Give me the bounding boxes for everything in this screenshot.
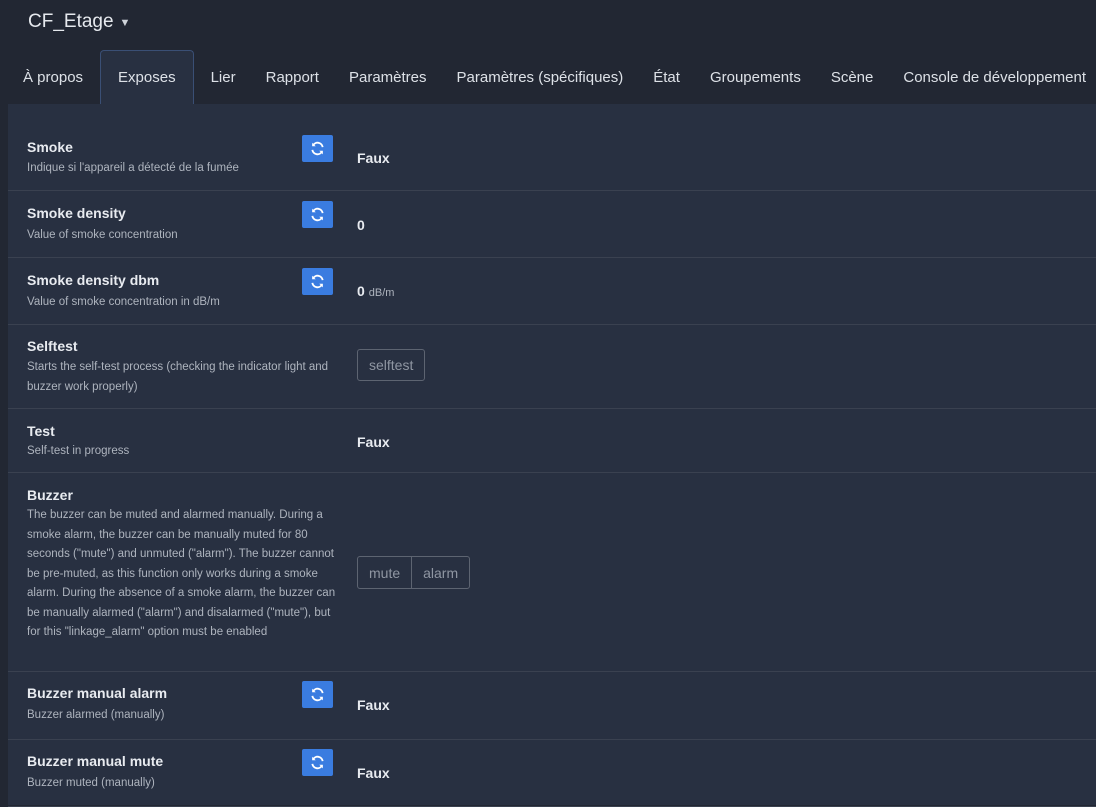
- tab-exposes[interactable]: Exposes: [100, 50, 194, 104]
- tab-reporting[interactable]: Rapport: [251, 50, 334, 104]
- tab-settings-specific[interactable]: Paramètres (spécifiques): [442, 50, 639, 104]
- device-header: CF_Etage ▼: [0, 0, 1096, 50]
- tab-about[interactable]: À propos: [8, 50, 98, 104]
- expose-unit: dB/m: [369, 287, 395, 299]
- tab-settings[interactable]: Paramètres: [334, 50, 442, 104]
- expose-value: Faux: [357, 150, 390, 166]
- expose-label: Buzzer manual mute: [27, 753, 337, 769]
- chevron-down-icon[interactable]: ▼: [120, 17, 131, 29]
- expose-description: Indique si l'appareil a détecté de la fu…: [27, 159, 337, 179]
- buzzer-alarm-button[interactable]: alarm: [411, 557, 469, 588]
- expose-row-buzzer-manual-mute: Buzzer manual mute Buzzer muted (manuall…: [8, 740, 1096, 807]
- expose-label: Buzzer: [27, 487, 337, 503]
- tab-scene[interactable]: Scène: [816, 50, 889, 104]
- expose-description: Buzzer alarmed (manually): [27, 706, 337, 726]
- refresh-icon: [310, 207, 325, 222]
- expose-label: Selftest: [27, 338, 337, 354]
- expose-row-selftest: Selftest Starts the self-test process (c…: [8, 325, 1096, 409]
- refresh-icon: [310, 274, 325, 289]
- tab-bind[interactable]: Lier: [196, 50, 251, 104]
- expose-value: 0: [357, 217, 365, 233]
- expose-row-smoke: Smoke Indique si l'appareil a détecté de…: [8, 104, 1096, 191]
- buzzer-mute-button[interactable]: mute: [358, 557, 411, 588]
- refresh-icon: [310, 687, 325, 702]
- refresh-button[interactable]: [302, 749, 333, 776]
- selftest-button[interactable]: selftest: [357, 349, 425, 381]
- buzzer-option-group: mute alarm: [357, 556, 470, 589]
- tab-groups[interactable]: Groupements: [695, 50, 816, 104]
- expose-value: Faux: [357, 434, 390, 450]
- expose-value: Faux: [357, 697, 390, 713]
- expose-label: Buzzer manual alarm: [27, 685, 337, 701]
- expose-label: Smoke: [27, 139, 337, 155]
- expose-value: Faux: [357, 765, 390, 781]
- expose-row-buzzer: Buzzer The buzzer can be muted and alarm…: [8, 473, 1096, 672]
- expose-row-smoke-density: Smoke density Value of smoke concentrati…: [8, 191, 1096, 258]
- expose-row-smoke-density-dbm: Smoke density dbm Value of smoke concent…: [8, 258, 1096, 325]
- refresh-button[interactable]: [302, 681, 333, 708]
- refresh-button[interactable]: [302, 268, 333, 295]
- expose-description: Value of smoke concentration in dB/m: [27, 293, 337, 313]
- device-selector[interactable]: CF_Etage ▼: [28, 11, 130, 33]
- refresh-button[interactable]: [302, 135, 333, 162]
- expose-description: Starts the self-test process (checking t…: [27, 358, 337, 397]
- refresh-button[interactable]: [302, 201, 333, 228]
- tab-state[interactable]: État: [638, 50, 695, 104]
- device-name[interactable]: CF_Etage: [28, 11, 114, 33]
- expose-description: The buzzer can be muted and alarmed manu…: [27, 506, 337, 643]
- tab-dev-console[interactable]: Console de développement: [888, 50, 1096, 104]
- expose-label: Test: [27, 423, 337, 439]
- expose-description: Buzzer muted (manually): [27, 774, 337, 794]
- expose-row-test: Test Self-test in progress Faux: [8, 409, 1096, 473]
- exposes-panel: Smoke Indique si l'appareil a détecté de…: [8, 104, 1096, 805]
- expose-label: Smoke density dbm: [27, 272, 337, 288]
- expose-row-buzzer-manual-alarm: Buzzer manual alarm Buzzer alarmed (manu…: [8, 672, 1096, 740]
- refresh-icon: [310, 141, 325, 156]
- tab-bar: À propos Exposes Lier Rapport Paramètres…: [8, 50, 1096, 104]
- refresh-icon: [310, 755, 325, 770]
- expose-label: Smoke density: [27, 205, 337, 221]
- expose-value: 0: [357, 283, 365, 299]
- expose-description: Self-test in progress: [27, 442, 337, 462]
- expose-description: Value of smoke concentration: [27, 226, 337, 246]
